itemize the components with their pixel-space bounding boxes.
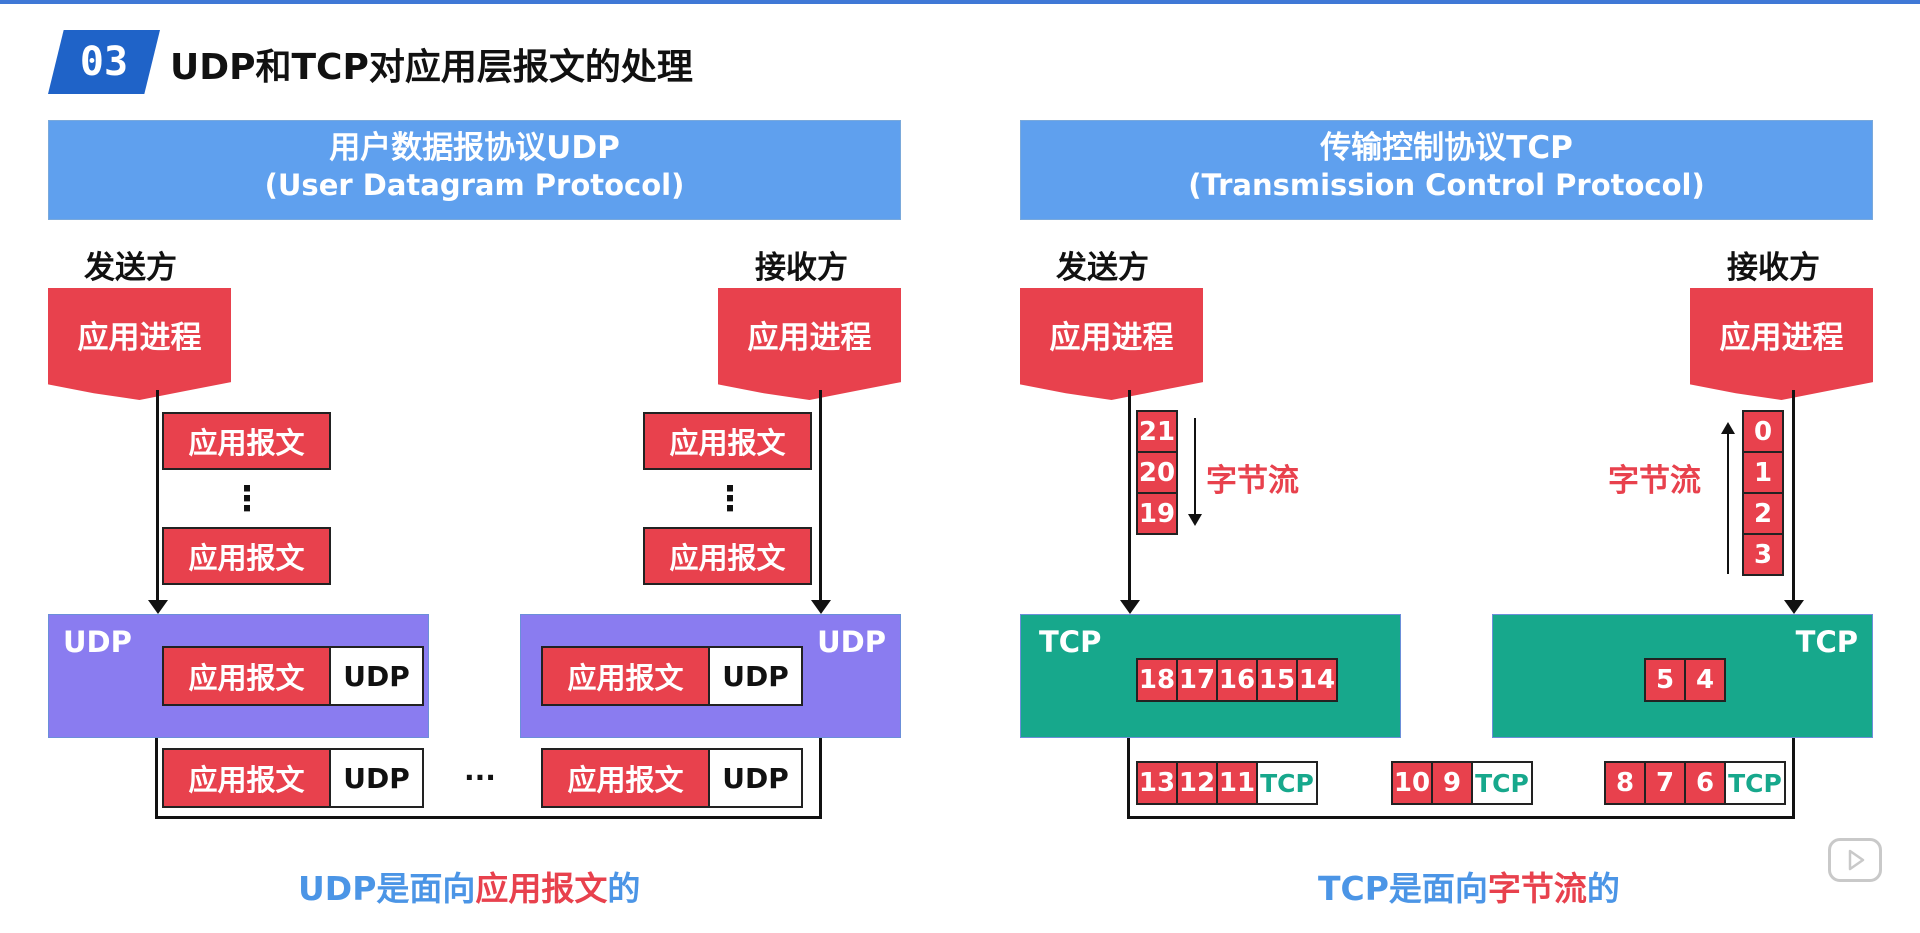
udp-receiver-message-2: 应用报文 bbox=[643, 527, 812, 585]
tcp-receiver-stream-arrow-line bbox=[1727, 432, 1729, 574]
udp-network-bottom-line bbox=[155, 816, 822, 819]
udp-header-banner: 用户数据报协议UDP (User Datagram Protocol) bbox=[48, 120, 901, 220]
tcp-receiver-buffer-byte: 4 bbox=[1684, 658, 1726, 702]
tcp-sender-byte: 20 bbox=[1136, 451, 1178, 494]
udp-transit-datagram-1-payload: 应用报文 bbox=[162, 748, 331, 808]
play-icon bbox=[1848, 849, 1865, 871]
tcp-receiver-stream-label: 字节流 bbox=[1608, 463, 1701, 499]
udp-receiver-down-line bbox=[819, 390, 822, 606]
udp-sender-datagram-payload: 应用报文 bbox=[162, 646, 331, 706]
tcp-segment-1-header: TCP bbox=[1256, 761, 1318, 805]
udp-header-title: 用户数据报协议UDP bbox=[329, 130, 620, 166]
udp-footer-prefix: UDP是面向 bbox=[298, 869, 476, 908]
udp-sender-process: 应用进程 bbox=[48, 288, 231, 400]
tcp-segment-2-header: TCP bbox=[1471, 761, 1533, 805]
tcp-segment-1-byte: 12 bbox=[1176, 761, 1218, 805]
udp-sender-message-1: 应用报文 bbox=[162, 412, 331, 470]
udp-sender-down-line bbox=[156, 390, 159, 606]
udp-receiver-vertical-ellipsis: ⋮ bbox=[713, 479, 747, 519]
udp-network-right-line bbox=[819, 738, 822, 819]
slide-title: UDP和TCP对应用层报文的处理 bbox=[170, 47, 693, 88]
video-play-button[interactable] bbox=[1828, 838, 1882, 882]
tcp-sender-buffer-byte: 15 bbox=[1256, 658, 1298, 702]
udp-transit-datagram-2-header: UDP bbox=[708, 748, 803, 808]
tcp-sender-stream-arrow-line bbox=[1194, 418, 1196, 518]
udp-footer-highlight: 应用报文 bbox=[475, 869, 608, 908]
tcp-receiver-buffer-byte: 5 bbox=[1644, 658, 1686, 702]
tcp-sender-byte: 21 bbox=[1136, 410, 1178, 453]
tcp-segment-3-byte: 8 bbox=[1604, 761, 1646, 805]
udp-sender-label: 发送方 bbox=[84, 250, 177, 286]
tcp-sender-label: 发送方 bbox=[1056, 250, 1149, 286]
tcp-network-bottom-line bbox=[1127, 816, 1795, 819]
tcp-receiver-byte: 3 bbox=[1742, 533, 1784, 576]
udp-footer-caption: UDP是面向应用报文的 bbox=[298, 862, 640, 910]
tcp-sender-box-label: TCP bbox=[1039, 625, 1102, 659]
tcp-receiver-label: 接收方 bbox=[1727, 250, 1820, 286]
tcp-network-right-line bbox=[1792, 738, 1795, 819]
tcp-sender-buffer-byte: 14 bbox=[1296, 658, 1338, 702]
udp-receiver-process: 应用进程 bbox=[718, 288, 901, 400]
tcp-footer-prefix: TCP是面向 bbox=[1318, 869, 1488, 908]
tcp-sender-byte: 19 bbox=[1136, 492, 1178, 535]
udp-sender-datagram-header: UDP bbox=[329, 646, 424, 706]
udp-receiver-datagram-header: UDP bbox=[708, 646, 803, 706]
tcp-segment-2-byte: 10 bbox=[1391, 761, 1433, 805]
udp-transit-ellipsis: ··· bbox=[464, 761, 496, 794]
tcp-segment-1-byte: 13 bbox=[1136, 761, 1178, 805]
tcp-footer-highlight: 字节流 bbox=[1487, 869, 1587, 908]
udp-transit-datagram-2-payload: 应用报文 bbox=[541, 748, 710, 808]
tcp-footer-suffix: 的 bbox=[1586, 869, 1620, 908]
tcp-segment-3-byte: 6 bbox=[1684, 761, 1726, 805]
tcp-receiver-box-label: TCP bbox=[1795, 625, 1858, 659]
tcp-receiver-byte: 0 bbox=[1742, 410, 1784, 453]
tcp-receiver-down-line bbox=[1792, 390, 1795, 606]
udp-sender-message-2: 应用报文 bbox=[162, 527, 331, 585]
tcp-sender-buffer-byte: 18 bbox=[1136, 658, 1178, 702]
tcp-sender-stream-arrow-head bbox=[1188, 514, 1202, 526]
tcp-segment-2-byte: 9 bbox=[1431, 761, 1473, 805]
slide-number-badge: 03 bbox=[48, 30, 160, 94]
udp-network-left-line bbox=[155, 738, 158, 819]
tcp-sender-process: 应用进程 bbox=[1020, 288, 1203, 400]
udp-receiver-datagram-payload: 应用报文 bbox=[541, 646, 710, 706]
tcp-header-title: 传输控制协议TCP bbox=[1320, 130, 1573, 166]
tcp-sender-down-line bbox=[1128, 390, 1131, 606]
udp-receiver-label: 接收方 bbox=[755, 250, 848, 286]
tcp-sender-buffer-byte: 17 bbox=[1176, 658, 1218, 702]
udp-receiver-message-1: 应用报文 bbox=[643, 412, 812, 470]
udp-sender-box-label: UDP bbox=[63, 625, 132, 659]
tcp-receiver-byte: 2 bbox=[1742, 492, 1784, 535]
tcp-receiver-byte: 1 bbox=[1742, 451, 1784, 494]
tcp-sender-stream-label: 字节流 bbox=[1206, 463, 1299, 499]
udp-header-subtitle: (User Datagram Protocol) bbox=[264, 168, 685, 202]
tcp-header-subtitle: (Transmission Control Protocol) bbox=[1188, 168, 1705, 202]
tcp-network-left-line bbox=[1127, 738, 1130, 819]
tcp-receiver-process: 应用进程 bbox=[1690, 288, 1873, 400]
udp-sender-vertical-ellipsis: ⋮ bbox=[230, 479, 264, 519]
tcp-segment-3-header: TCP bbox=[1724, 761, 1786, 805]
tcp-segment-1-byte: 11 bbox=[1216, 761, 1258, 805]
udp-receiver-box-label: UDP bbox=[817, 625, 886, 659]
udp-transit-datagram-1-header: UDP bbox=[329, 748, 424, 808]
tcp-segment-3-byte: 7 bbox=[1644, 761, 1686, 805]
tcp-header-banner: 传输控制协议TCP (Transmission Control Protocol… bbox=[1020, 120, 1873, 220]
udp-footer-suffix: 的 bbox=[607, 869, 641, 908]
tcp-footer-caption: TCP是面向字节流的 bbox=[1318, 862, 1620, 910]
tcp-sender-buffer-byte: 16 bbox=[1216, 658, 1258, 702]
top-accent-bar bbox=[0, 0, 1920, 4]
